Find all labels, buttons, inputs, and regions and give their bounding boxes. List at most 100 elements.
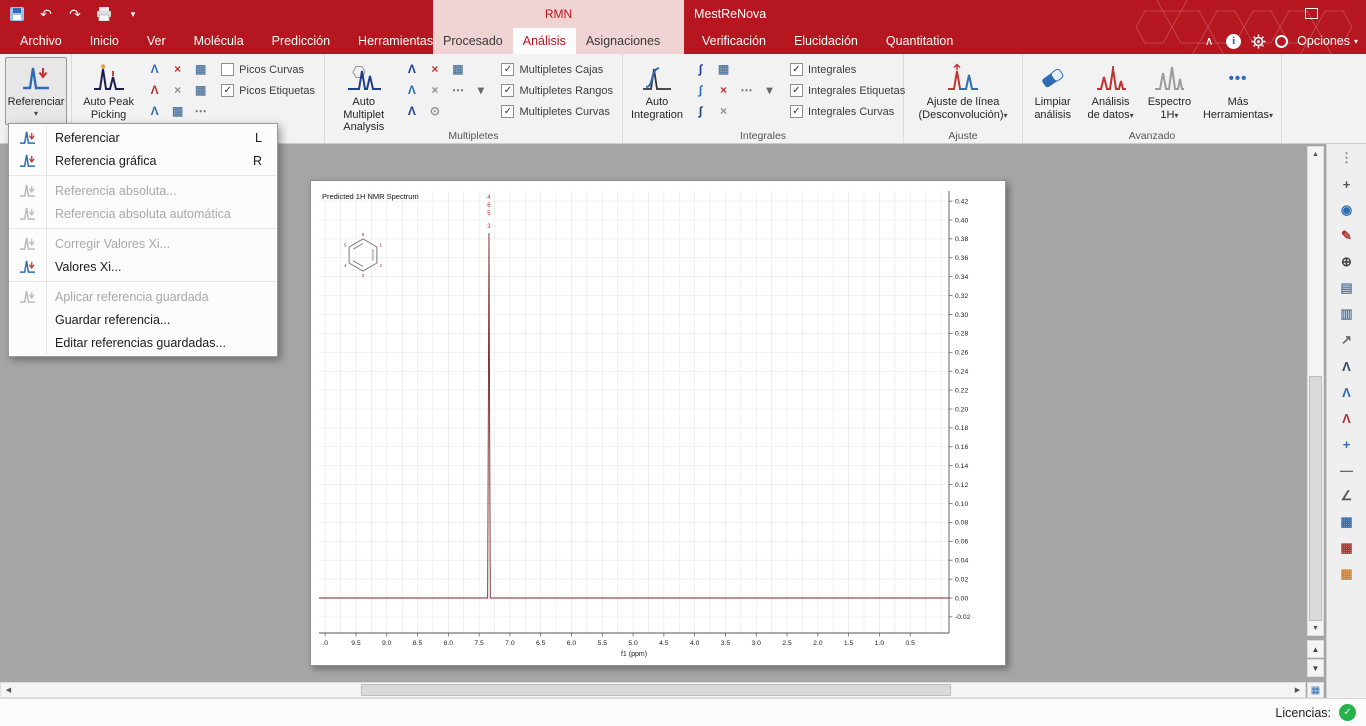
angle-tool-icon[interactable]: ∠ <box>1336 486 1358 506</box>
options-menu-button[interactable]: Opciones ▾ <box>1297 34 1358 48</box>
peak-threshold-icon[interactable]: Λ <box>145 81 164 98</box>
window-restore-button[interactable] <box>1305 8 1318 19</box>
annotate-icon[interactable]: ✎ <box>1336 226 1358 246</box>
page-navigator-button[interactable]: ▦ <box>1307 682 1324 698</box>
multiplet-report-icon[interactable]: Λ <box>402 102 421 119</box>
checkbox-integrales-etiquetas[interactable]: ✓ Integrales Etiquetas <box>789 84 905 97</box>
license-status-icon[interactable]: ✓ <box>1339 704 1356 721</box>
table-view-icon[interactable]: ▦ <box>1336 512 1358 532</box>
menu-item-valores-xi[interactable]: Valores Xi... <box>9 255 277 278</box>
multiplet-history-icon[interactable]: ⊙ <box>425 102 444 119</box>
integrals-table-icon[interactable]: ▦ <box>714 60 733 77</box>
settings-gear-icon[interactable] <box>1250 33 1266 49</box>
multiplet-side-icon[interactable]: Λ <box>1336 382 1358 402</box>
tab-procesado[interactable]: Procesado <box>433 28 513 54</box>
license-circle-icon[interactable] <box>1275 34 1289 48</box>
tab-analisis[interactable]: Análisis <box>512 28 576 54</box>
more-integral-options-icon[interactable]: ⋯ <box>737 81 756 98</box>
redo-button[interactable]: ↷ <box>66 5 84 23</box>
tab-quantitation[interactable]: Quantitation <box>872 28 967 54</box>
menu-item-guardar-referencia[interactable]: Guardar referencia... <box>9 308 277 331</box>
tab-verificacion[interactable]: Verificación <box>688 28 780 54</box>
collapse-ribbon-icon[interactable]: ∧ <box>1201 33 1217 49</box>
data-analysis-button[interactable]: Análisis de datos▾ <box>1082 57 1139 125</box>
peaks-side-icon[interactable]: Λ <box>1336 356 1358 376</box>
tab-archivo[interactable]: Archivo <box>6 28 76 54</box>
checkbox-integrales[interactable]: ✓ Integrales <box>789 63 905 76</box>
peak-pick-side-icon[interactable]: Λ <box>1336 408 1358 428</box>
checkbox-multipletes-curvas[interactable]: ✓ Multipletes Curvas <box>501 105 613 118</box>
previous-page-button[interactable]: ▲ <box>1307 640 1324 658</box>
next-page-button[interactable]: ▼ <box>1307 659 1324 677</box>
zoom-selection-icon[interactable]: ◉ <box>1336 200 1358 220</box>
spectrum-1h-button[interactable]: Espectro 1H▾ <box>1144 57 1195 125</box>
more-multiplet-options-icon[interactable]: ⋯ <box>448 81 467 98</box>
horizontal-scroll-thumb[interactable] <box>361 684 951 696</box>
scroll-up-arrow[interactable]: ▲ <box>1308 147 1323 161</box>
auto-integration-button[interactable]: Auto Integration <box>628 57 686 125</box>
expand-icon[interactable]: ↗ <box>1336 330 1358 350</box>
horizontal-scrollbar[interactable]: ◀ ▶ <box>0 682 1306 698</box>
menu-item-editar-referencias-guardadas[interactable]: Editar referencias guardadas... <box>9 331 277 354</box>
remove-multiplet-icon[interactable]: × <box>425 81 444 98</box>
tab-ver[interactable]: Ver <box>133 28 180 54</box>
zoom-in-icon[interactable]: ⊕ <box>1336 252 1358 272</box>
manual-integration-icon[interactable]: ∫ <box>691 60 710 77</box>
undo-button[interactable]: ↶ <box>37 5 55 23</box>
manual-multiplet-icon[interactable]: Λ <box>402 60 421 77</box>
manual-peak-picking-icon[interactable]: Λ <box>145 60 164 77</box>
multiplet-box-icon[interactable]: Λ <box>402 81 421 98</box>
tab-molecula[interactable]: Molécula <box>180 28 258 54</box>
delete-integrals-icon[interactable]: × <box>714 81 733 98</box>
integral-edit-icon[interactable]: ∫ <box>691 102 710 119</box>
baseline-tool-icon[interactable]: — <box>1336 460 1358 480</box>
checkbox-picos-curvas[interactable]: Picos Curvas <box>221 63 315 76</box>
scroll-right-arrow[interactable]: ▶ <box>1290 683 1305 697</box>
more-peak-options-icon[interactable]: ⋯ <box>191 102 210 119</box>
remove-integral-icon[interactable]: × <box>714 102 733 119</box>
page-preview-icon[interactable]: ▤ <box>1336 278 1358 298</box>
integral-region-icon[interactable]: ∫ <box>691 81 710 98</box>
crosshair-cursor-icon[interactable]: + <box>1336 174 1358 194</box>
qat-more-button[interactable]: ▾ <box>124 5 142 23</box>
multiplets-table-icon[interactable]: ▦ <box>448 60 467 77</box>
scroll-down-arrow[interactable]: ▼ <box>1308 621 1323 635</box>
vertical-scrollbar[interactable]: ▲ ▼ <box>1307 146 1324 636</box>
multiplet-caret-icon[interactable]: ▾ <box>471 81 490 98</box>
info-icon[interactable]: i <box>1226 33 1242 49</box>
delete-multiplets-icon[interactable]: × <box>425 60 444 77</box>
parameters-table-icon[interactable]: ▦ <box>1336 564 1358 584</box>
print-button[interactable] <box>95 5 113 23</box>
scroll-left-arrow[interactable]: ◀ <box>1 683 16 697</box>
referenciar-button[interactable]: Referenciar ▾ <box>5 57 67 125</box>
checkbox-picos-etiquetas[interactable]: ✓ Picos Etiquetas <box>221 84 315 97</box>
line-fitting-button[interactable]: Ajuste de línea (Desconvolución)▾ <box>909 57 1017 125</box>
crosshair-tool-icon[interactable]: + <box>1336 434 1358 454</box>
report-table-icon[interactable]: ▦ <box>1336 538 1358 558</box>
save-button[interactable] <box>8 5 26 23</box>
tab-elucidacion[interactable]: Elucidación <box>780 28 872 54</box>
checkbox-multipletes-cajas[interactable]: ✓ Multipletes Cajas <box>501 63 613 76</box>
tab-prediccion[interactable]: Predicción <box>258 28 344 54</box>
clear-analysis-button[interactable]: Limpiar análisis <box>1028 57 1077 125</box>
auto-peak-picking-button[interactable]: Auto Peak Picking <box>77 57 140 125</box>
integral-caret-icon[interactable]: ▾ <box>760 81 779 98</box>
vertical-scroll-thumb[interactable] <box>1309 376 1322 621</box>
checkbox-integrales-curvas[interactable]: ✓ Integrales Curvas <box>789 105 905 118</box>
tab-asignaciones[interactable]: Asignaciones <box>576 28 670 54</box>
more-tools-button[interactable]: ••• Más Herramientas▾ <box>1200 57 1276 125</box>
checkbox-multipletes-rangos[interactable]: ✓ Multipletes Rangos <box>501 84 613 97</box>
panel-handle-icon[interactable]: ⋮ <box>1336 148 1358 168</box>
delete-peaks-icon[interactable]: × <box>168 60 187 77</box>
copy-zoom-icon[interactable]: ▥ <box>1336 304 1358 324</box>
remove-peak-icon[interactable]: × <box>168 81 187 98</box>
menu-item-referenciar[interactable]: Referenciar L <box>9 126 277 149</box>
peaks-table-icon[interactable]: ▦ <box>191 60 210 77</box>
peaks-report-icon[interactable]: ▦ <box>191 81 210 98</box>
tab-herramientas[interactable]: Herramientas <box>344 28 447 54</box>
peaks-grid-icon[interactable]: ▦ <box>168 102 187 119</box>
menu-item-referencia-grafica[interactable]: Referencia gráfica R <box>9 149 277 172</box>
tab-inicio[interactable]: Inicio <box>76 28 133 54</box>
edit-peaks-icon[interactable]: Λ <box>145 102 164 119</box>
auto-multiplet-analysis-button[interactable]: Auto Multiplet Analysis <box>330 57 397 137</box>
